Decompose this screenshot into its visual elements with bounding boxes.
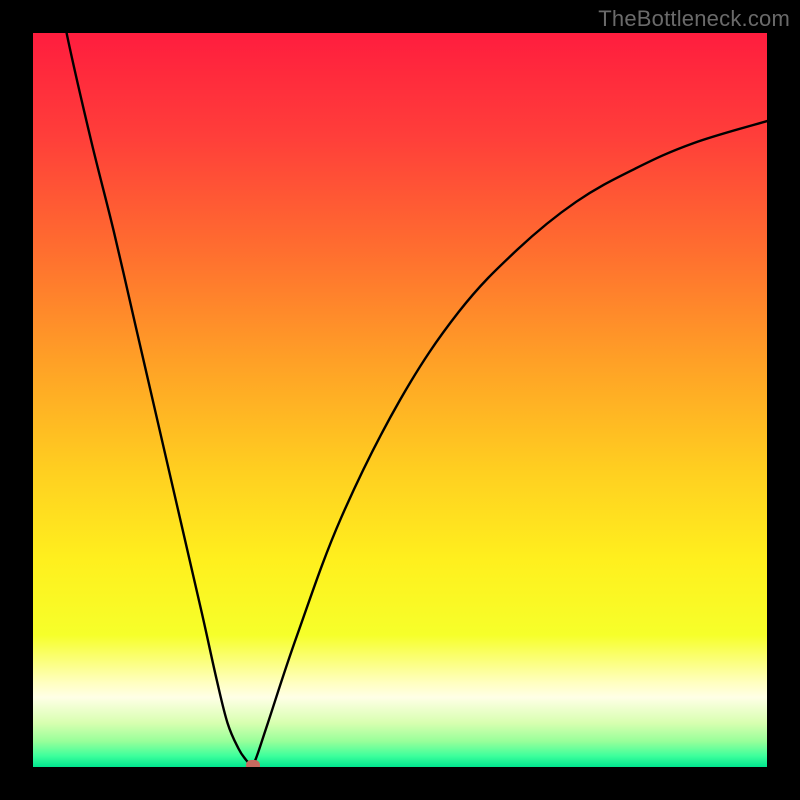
chart-frame: TheBottleneck.com (0, 0, 800, 800)
curve-line (33, 33, 767, 767)
optimal-point-marker (246, 760, 260, 767)
watermark-label: TheBottleneck.com (598, 6, 790, 32)
plot-area (33, 33, 767, 767)
